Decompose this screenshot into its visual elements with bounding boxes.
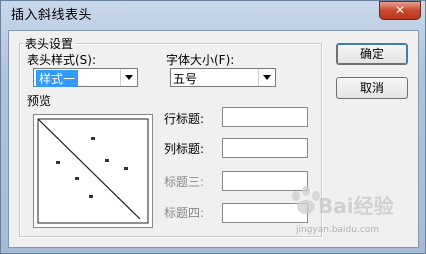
title4-label: 标题四:: [164, 206, 205, 220]
watermark-url: jingyan.baidu.com: [296, 225, 380, 235]
font-size-label: 字体大小(F):: [166, 53, 235, 67]
font-size-combo-value: 五号: [173, 72, 198, 86]
row-title-label: 行标题:: [164, 112, 205, 126]
style-combo[interactable]: 样式一: [33, 68, 138, 87]
preview-diagram: [37, 118, 149, 224]
close-icon: ✕: [394, 3, 406, 17]
title-bar[interactable]: 插入斜线表头 ✕: [0, 0, 426, 30]
preview-marks: [56, 137, 128, 198]
watermark-brand: Bai经验: [318, 194, 394, 218]
cancel-button[interactable]: 取消: [336, 77, 408, 99]
window-title: 插入斜线表头: [11, 8, 93, 23]
chevron-down-icon[interactable]: [120, 69, 137, 86]
font-size-combo[interactable]: 五号: [170, 68, 276, 87]
title3-label: 标题三:: [164, 175, 205, 189]
col-title-label: 列标题:: [164, 142, 205, 156]
preview-pane: [33, 114, 153, 228]
close-button[interactable]: ✕: [379, 1, 421, 20]
group-title: 表头设置: [23, 35, 76, 52]
row-title-input[interactable]: [222, 107, 308, 127]
col-title-input[interactable]: [222, 138, 308, 158]
ok-button[interactable]: 确定: [336, 43, 408, 65]
preview-label: 预览: [27, 94, 52, 108]
chevron-down-icon[interactable]: [258, 69, 275, 86]
style-label: 表头样式(S):: [27, 53, 97, 67]
style-combo-value: 样式一: [36, 70, 79, 87]
